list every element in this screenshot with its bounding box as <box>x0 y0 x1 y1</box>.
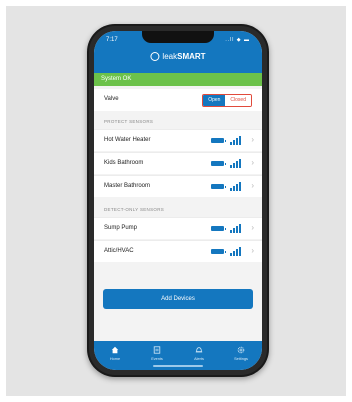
sensor-name: Hot Water Heater <box>104 137 151 143</box>
valve-toggle[interactable]: Open Closed <box>202 94 252 107</box>
chevron-right-icon[interactable]: › <box>251 181 254 190</box>
battery-icon <box>211 226 226 231</box>
sensor-row[interactable]: Hot Water Heater › <box>94 129 262 151</box>
sensor-row[interactable]: Sump Pump › <box>94 217 262 239</box>
signal-icon <box>230 182 243 191</box>
protect-sensors-header: PROTECT SENSORS <box>104 119 154 124</box>
detect-sensors-header: DETECT-ONLY SENSORS <box>104 207 165 212</box>
home-icon <box>111 346 119 354</box>
battery-icon <box>211 184 226 189</box>
chevron-right-icon[interactable]: › <box>251 246 254 255</box>
home-indicator <box>153 365 203 367</box>
battery-icon <box>211 249 226 254</box>
logo-main: SMART <box>177 52 206 61</box>
chevron-right-icon[interactable]: › <box>251 135 254 144</box>
status-time: 7:17 <box>106 37 118 43</box>
signal-icon <box>230 224 243 233</box>
battery-icon <box>211 161 226 166</box>
sensor-row[interactable]: Master Bathroom › <box>94 175 262 197</box>
tab-bar: Home Events Alerts Settings <box>94 341 262 370</box>
valve-label: Valve <box>104 96 119 102</box>
sensor-name: Sump Pump <box>104 225 138 231</box>
signal-icon <box>230 159 243 168</box>
sensor-row[interactable]: Kids Bathroom › <box>94 152 262 174</box>
tab-settings[interactable]: Settings <box>220 341 262 370</box>
logo-icon <box>150 52 160 61</box>
signal-icon <box>230 247 243 256</box>
phone-body: 7:17 ..ll ◆ ▬ leak SMART System OK Valve … <box>87 24 269 377</box>
notch <box>142 31 214 43</box>
signal-icon <box>230 136 243 145</box>
phone-screen: 7:17 ..ll ◆ ▬ leak SMART System OK Valve … <box>94 31 262 370</box>
events-icon <box>153 346 161 354</box>
sensor-row[interactable]: Attic/HVAC › <box>94 240 262 262</box>
app-logo: leak SMART <box>150 52 206 61</box>
tab-home[interactable]: Home <box>94 341 136 370</box>
settings-icon <box>237 346 245 354</box>
battery-icon <box>211 138 226 143</box>
valve-closed-button[interactable]: Closed <box>225 95 251 106</box>
tab-label: Events <box>151 357 163 361</box>
sensor-name: Master Bathroom <box>104 183 151 189</box>
sensor-name: Kids Bathroom <box>104 160 144 166</box>
valve-row: Valve Open Closed <box>94 89 262 111</box>
logo-prefix: leak <box>162 52 178 61</box>
chevron-right-icon[interactable]: › <box>251 223 254 232</box>
tab-label: Settings <box>234 357 248 361</box>
sensor-name: Attic/HVAC <box>104 248 134 254</box>
system-status-banner: System OK <box>94 73 262 86</box>
alerts-icon <box>195 347 203 353</box>
tab-label: Home <box>109 357 121 361</box>
valve-open-button[interactable]: Open <box>203 95 226 106</box>
status-icons: ..ll ◆ ▬ <box>225 37 250 43</box>
add-devices-button[interactable]: Add Devices <box>103 289 253 309</box>
chevron-right-icon[interactable]: › <box>251 158 254 167</box>
tab-label: Alerts <box>194 357 204 361</box>
